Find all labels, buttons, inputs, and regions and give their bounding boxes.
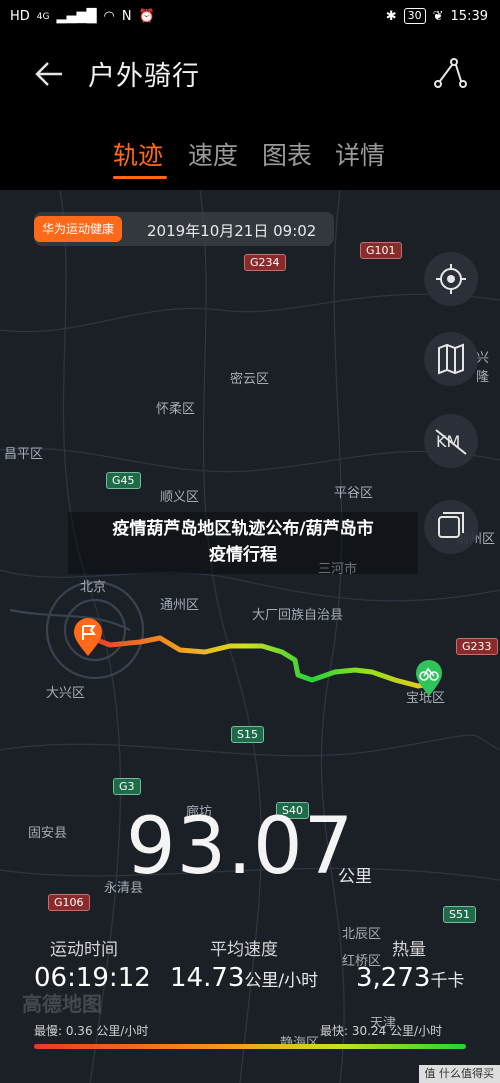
- calories-label: 热量: [392, 940, 426, 960]
- calories-value: 3,273: [356, 963, 431, 993]
- overlay-caption-line1: 疫情葫芦岛地区轨迹公布/葫芦岛市: [112, 519, 374, 539]
- avg-speed-value: 14.73: [170, 963, 245, 993]
- tab-speed[interactable]: 速度: [188, 136, 238, 172]
- tab-chart[interactable]: 图表: [262, 136, 312, 172]
- calories: 3,273千卡: [356, 963, 464, 993]
- map-label: 大兴区: [46, 686, 86, 701]
- tab-track[interactable]: 轨迹: [113, 136, 163, 172]
- source-badge: 华为运动健康: [34, 216, 123, 242]
- svg-text:KM: KM: [436, 432, 460, 451]
- avg-speed-unit: 公里/小时: [244, 971, 319, 991]
- road-label-g106: G106: [48, 894, 90, 911]
- locate-icon: [436, 264, 466, 294]
- slowest-speed: 最慢: 0.36 公里/小时: [34, 1024, 149, 1038]
- status-bar: HD 4G ▂▄▆█ ◠ N ⏰ ✱ 30 ❦ 15:39: [0, 0, 500, 36]
- leaf-icon: ❦: [432, 8, 444, 24]
- overlay-caption-line2: 疫情行程: [209, 545, 277, 565]
- clock: 15:39: [450, 8, 488, 24]
- duration-label: 运动时间: [50, 940, 118, 960]
- fastest-speed: 最快: 30.24 公里/小时: [320, 1024, 443, 1038]
- road-label-s15: S15: [231, 726, 264, 743]
- battery-icon: 30: [403, 8, 426, 24]
- active-tab-indicator: [113, 176, 167, 179]
- speed-gradient-bar: [34, 1044, 466, 1049]
- back-arrow-icon[interactable]: [32, 56, 68, 92]
- map-label: 固安县: [28, 826, 68, 841]
- map-label: 北辰区: [342, 927, 382, 942]
- tab-details[interactable]: 详情: [335, 136, 385, 172]
- map-label: 密云区: [230, 372, 270, 387]
- signal-icon: ▂▄▆█: [56, 9, 97, 24]
- map-label: 平谷区: [334, 486, 374, 501]
- alarm-icon: ⏰: [138, 9, 155, 24]
- distance-unit: 公里: [338, 867, 372, 887]
- map-layer-button[interactable]: [424, 332, 478, 386]
- app-header: 户外骑行: [0, 36, 500, 114]
- road-label-g3: G3: [113, 778, 141, 795]
- finish-bike-icon: [416, 660, 442, 696]
- road-label-g101: G101: [360, 242, 402, 259]
- start-flag-icon: [74, 618, 102, 656]
- expand-icon: [438, 512, 464, 538]
- calories-unit: 千卡: [430, 971, 465, 991]
- share-icon[interactable]: [432, 56, 468, 92]
- network-type: HD: [10, 9, 30, 24]
- map-label: 兴隆: [476, 351, 490, 385]
- map-label: 昌平区: [4, 447, 44, 462]
- map-label: 通州区: [160, 598, 200, 613]
- avg-speed-label: 平均速度: [210, 940, 278, 960]
- map-label: 北京: [80, 580, 107, 595]
- map-label: 顺义区: [160, 490, 200, 505]
- road-label-s51: S51: [443, 906, 476, 923]
- map-label: 怀柔区: [156, 402, 196, 417]
- wifi-icon: ◠: [103, 9, 115, 24]
- km-marker-icon: KM: [435, 429, 467, 455]
- page-title: 户外骑行: [88, 61, 200, 92]
- road-label-g234: G234: [244, 254, 286, 271]
- map-label: 大厂回族自治县: [252, 608, 344, 623]
- road-label-g233: G233: [456, 638, 498, 655]
- map-layer-icon: [438, 343, 464, 375]
- map-provider-watermark: 高德地图: [22, 992, 102, 1016]
- avg-speed: 14.73公里/小时: [170, 963, 318, 993]
- site-watermark: 值 什么值得买: [418, 1065, 500, 1083]
- tab-bar: 轨迹 速度 图表 详情: [0, 130, 500, 190]
- signal-type: 4G: [36, 11, 50, 22]
- activity-datetime: 2019年10月21日 09:02: [147, 222, 317, 240]
- road-label-g45: G45: [106, 472, 141, 489]
- expand-button[interactable]: [424, 500, 478, 554]
- total-distance: 93.07: [126, 802, 355, 892]
- nfc-icon: N: [121, 9, 132, 24]
- overlay-caption: 疫情葫芦岛地区轨迹公布/葫芦岛市 疫情行程: [68, 512, 418, 574]
- locate-button[interactable]: [424, 252, 478, 306]
- route-map[interactable]: 华为运动健康 2019年10月21日 09:02 G234 G101 G45 G…: [0, 190, 500, 1083]
- km-marker-button[interactable]: KM: [424, 414, 478, 468]
- bluetooth-icon: ✱: [385, 8, 397, 24]
